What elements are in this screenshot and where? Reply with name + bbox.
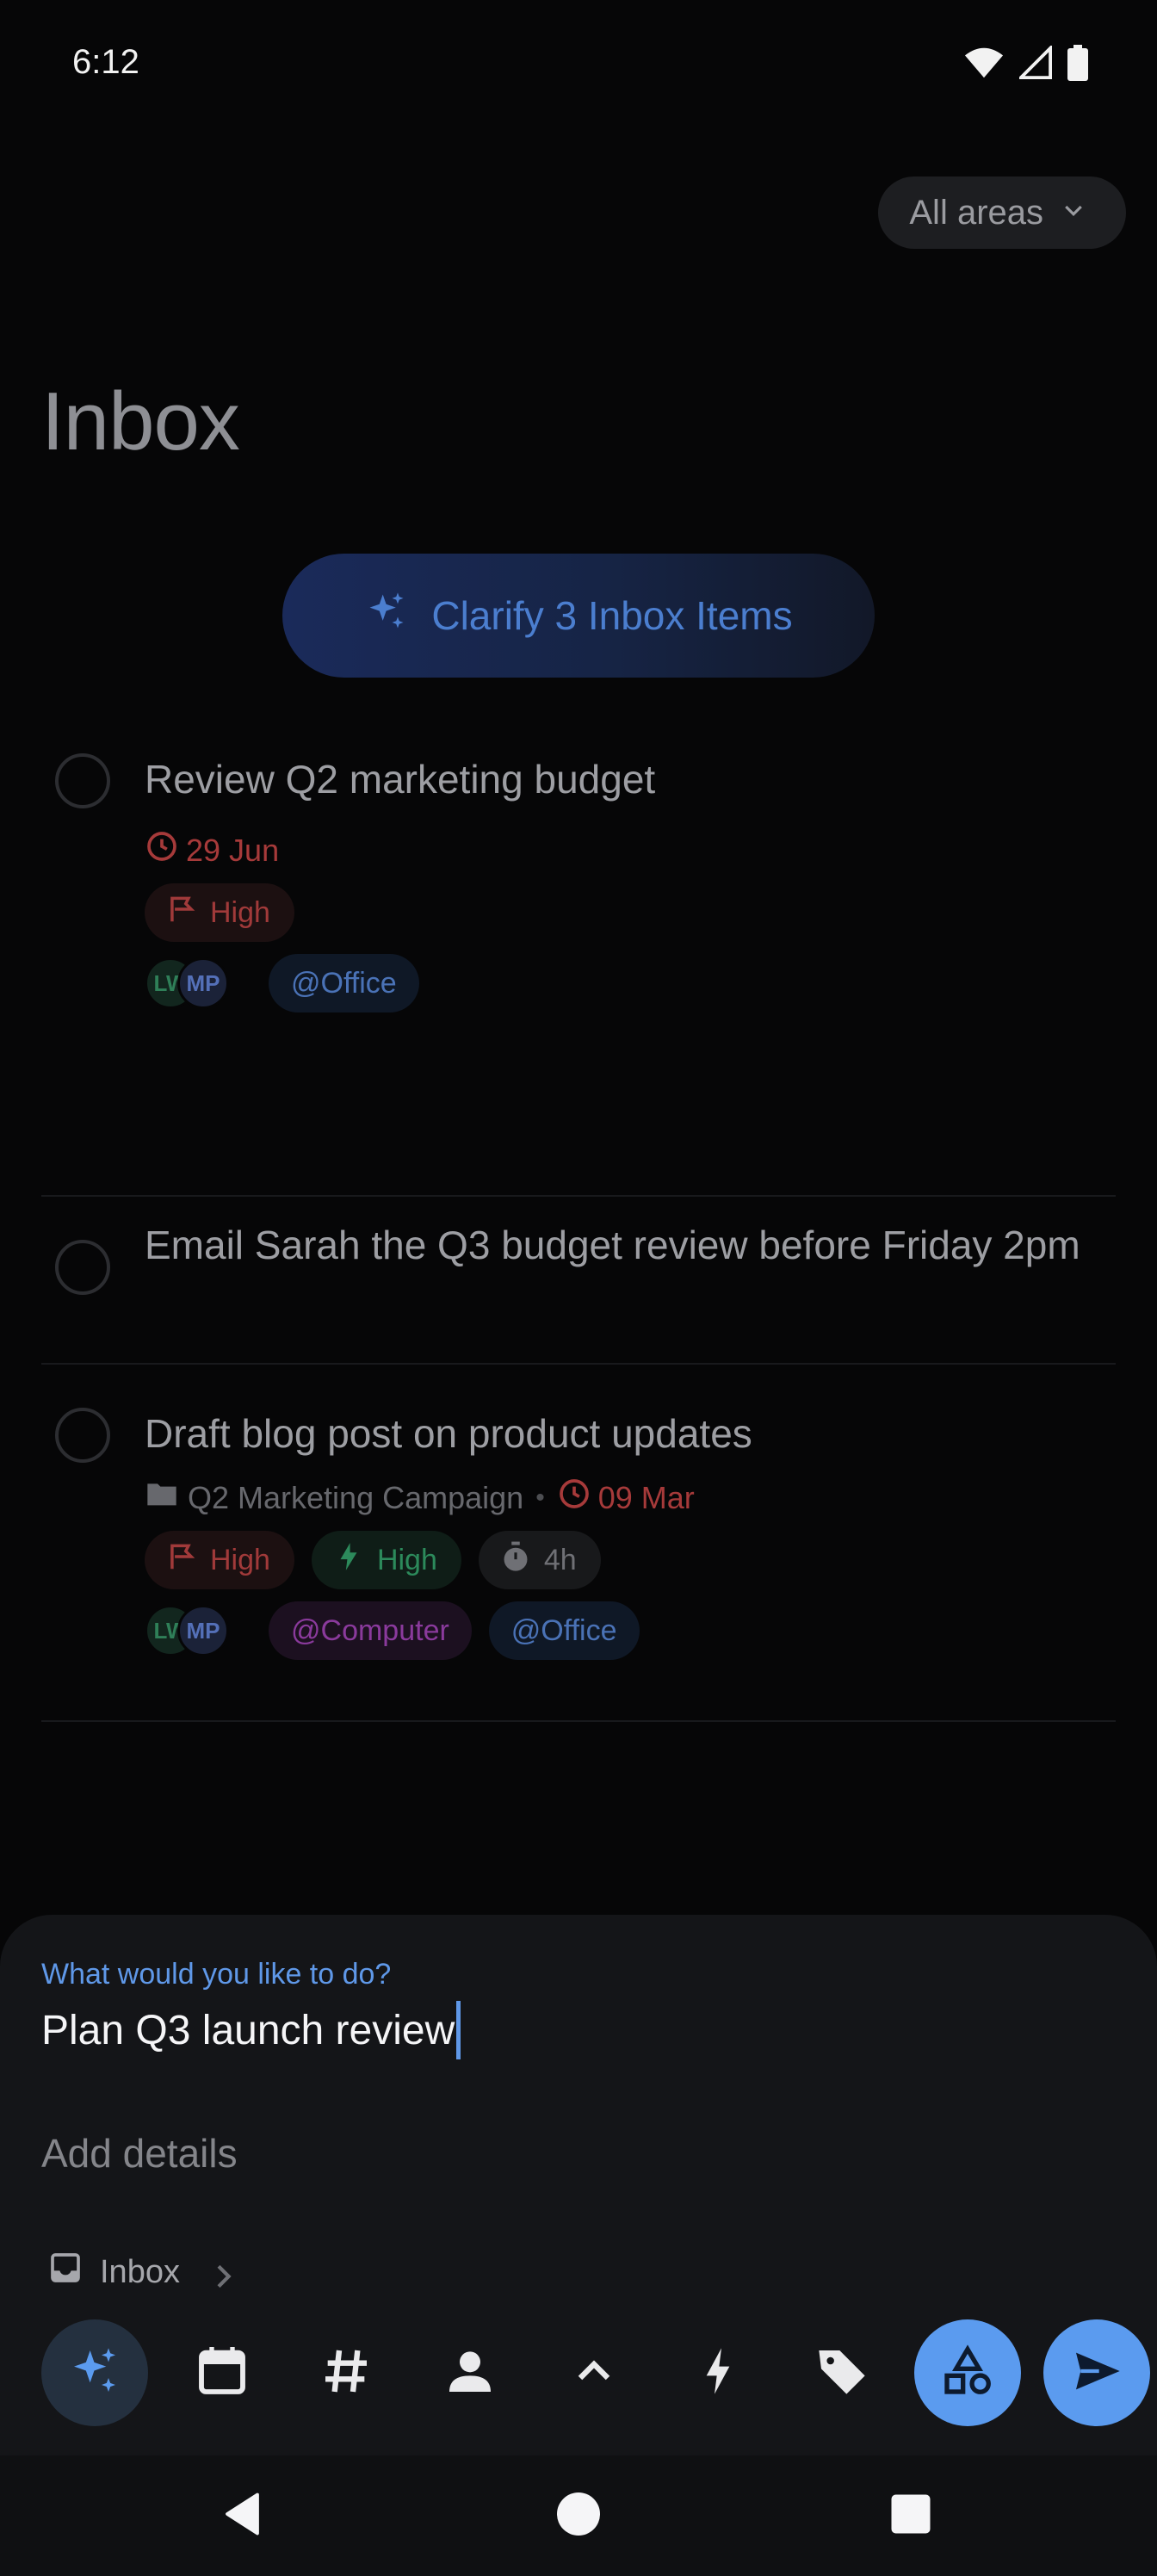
system-nav-bar bbox=[0, 2455, 1157, 2576]
task-title-input-value: Plan Q3 launch review bbox=[41, 2007, 455, 2053]
task-title: Draft blog post on product updates bbox=[145, 1411, 752, 1456]
chevron-down-icon bbox=[1061, 194, 1086, 232]
sparkles-icon bbox=[67, 2344, 122, 2403]
page-title: Inbox bbox=[41, 375, 240, 468]
recents-icon bbox=[885, 2488, 937, 2544]
area-filter-dropdown[interactable]: All areas bbox=[878, 176, 1126, 249]
area-filter-label: All areas bbox=[909, 193, 1043, 232]
status-icons bbox=[964, 44, 1088, 85]
assignee-button[interactable] bbox=[417, 2319, 523, 2426]
avatar: MP bbox=[177, 1605, 229, 1656]
clock-icon bbox=[557, 1477, 591, 1519]
task-row[interactable]: Draft blog post on product updates Q2 Ma… bbox=[41, 1365, 1116, 1722]
task-complete-checkbox[interactable] bbox=[55, 1408, 110, 1463]
due-date: 09 Mar bbox=[557, 1477, 695, 1519]
flag-icon bbox=[165, 1540, 198, 1581]
add-details-field[interactable]: Add details bbox=[41, 2130, 238, 2177]
tag-icon bbox=[814, 2344, 869, 2403]
context-tag-office[interactable]: @Office bbox=[488, 1601, 640, 1660]
priority-text: High bbox=[210, 1543, 270, 1576]
location-selector[interactable]: Inbox bbox=[48, 2251, 232, 2294]
calendar-icon bbox=[195, 2344, 250, 2403]
energy-button[interactable] bbox=[665, 2319, 771, 2426]
battery-icon bbox=[1067, 45, 1088, 85]
hashtag-icon bbox=[319, 2344, 374, 2403]
nav-home-button[interactable] bbox=[553, 2490, 604, 2542]
ai-assist-button[interactable] bbox=[41, 2319, 148, 2426]
task-title: Review Q2 marketing budget bbox=[145, 757, 656, 802]
tag-button[interactable] bbox=[789, 2319, 895, 2426]
task-row[interactable]: Review Q2 marketing budget 29 Jun High L… bbox=[41, 728, 1116, 1197]
context-tag-computer[interactable]: @Computer bbox=[269, 1601, 472, 1660]
priority-button[interactable] bbox=[541, 2319, 647, 2426]
sparkles-icon bbox=[364, 589, 409, 643]
chevron-up-icon bbox=[566, 2344, 622, 2403]
task-title: Email Sarah the Q3 budget review before … bbox=[145, 1223, 1080, 1267]
task-title-input[interactable]: Plan Q3 launch review bbox=[41, 2001, 461, 2059]
project-link[interactable]: Q2 Marketing Campaign bbox=[145, 1477, 523, 1519]
duration-text: 4h bbox=[543, 1543, 577, 1576]
wifi-icon bbox=[964, 46, 1004, 84]
energy-chip[interactable]: High bbox=[311, 1531, 461, 1589]
chevron-right-icon bbox=[206, 2259, 232, 2288]
status-time: 6:12 bbox=[72, 43, 139, 81]
back-icon bbox=[219, 2488, 270, 2544]
project-name: Q2 Marketing Campaign bbox=[188, 1479, 524, 1515]
due-date-text: 29 Jun bbox=[186, 832, 280, 868]
task-complete-checkbox[interactable] bbox=[55, 1240, 110, 1295]
context-button[interactable] bbox=[914, 2319, 1021, 2426]
location-label: Inbox bbox=[100, 2253, 180, 2290]
due-date-text: 09 Mar bbox=[597, 1479, 695, 1515]
timer-icon bbox=[499, 1540, 532, 1581]
home-icon bbox=[553, 2488, 604, 2544]
due-date-button[interactable] bbox=[169, 2319, 275, 2426]
status-bar: 6:12 bbox=[0, 0, 1157, 129]
bolt-icon bbox=[690, 2344, 746, 2403]
energy-text: High bbox=[376, 1543, 437, 1576]
task-composer-sheet: What would you like to do? Plan Q3 launc… bbox=[0, 1915, 1157, 2455]
nav-recents-button[interactable] bbox=[885, 2490, 937, 2542]
priority-text: High bbox=[210, 895, 270, 929]
due-date: 29 Jun bbox=[145, 829, 279, 871]
composer-prompt-label: What would you like to do? bbox=[41, 1958, 392, 1991]
context-tag-office[interactable]: @Office bbox=[269, 954, 419, 1012]
inbox-screen: All areas Inbox Clarify 3 Inbox Items Re… bbox=[0, 129, 1157, 1916]
send-button[interactable] bbox=[1043, 2319, 1150, 2426]
avatar: MP bbox=[177, 957, 229, 1009]
priority-chip[interactable]: High bbox=[145, 1531, 294, 1589]
clarify-label: Clarify 3 Inbox Items bbox=[431, 593, 793, 638]
task-list: Review Q2 marketing budget 29 Jun High L… bbox=[41, 728, 1116, 1722]
assignees[interactable]: LW MP bbox=[145, 957, 229, 1009]
task-complete-checkbox[interactable] bbox=[55, 753, 110, 808]
nav-back-button[interactable] bbox=[219, 2490, 270, 2542]
clock-icon bbox=[145, 829, 179, 871]
bolt-icon bbox=[332, 1540, 365, 1581]
assignees[interactable]: LW MP bbox=[145, 1605, 229, 1656]
inbox-tray-icon bbox=[48, 2251, 83, 2294]
cellular-signal-icon bbox=[1017, 44, 1052, 84]
clarify-inbox-button[interactable]: Clarify 3 Inbox Items bbox=[282, 554, 875, 678]
folder-icon bbox=[145, 1477, 179, 1519]
priority-chip[interactable]: High bbox=[145, 883, 294, 942]
text-caret bbox=[456, 2001, 461, 2059]
task-row[interactable]: Email Sarah the Q3 budget review before … bbox=[41, 1197, 1116, 1365]
project-button[interactable] bbox=[293, 2319, 399, 2426]
meta-separator: • bbox=[535, 1483, 545, 1512]
duration-chip[interactable]: 4h bbox=[478, 1531, 601, 1589]
shapes-icon bbox=[940, 2344, 995, 2403]
flag-icon bbox=[165, 893, 198, 933]
send-icon bbox=[1069, 2344, 1124, 2403]
composer-toolbar bbox=[41, 2319, 1152, 2426]
person-icon bbox=[442, 2344, 498, 2403]
